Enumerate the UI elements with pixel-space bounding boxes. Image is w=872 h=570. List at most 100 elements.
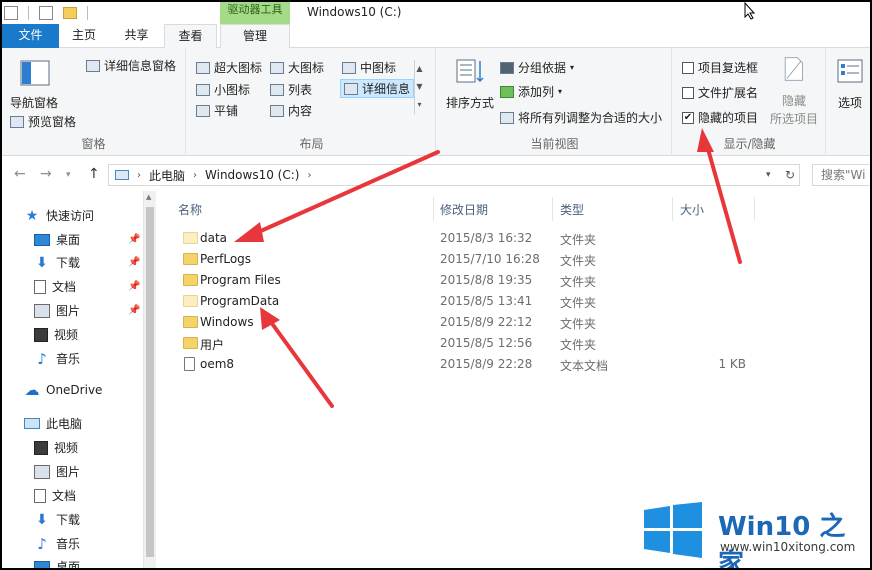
back-arrow-icon[interactable]: ←: [14, 166, 26, 182]
layout-gallery-scroll[interactable]: ▲ ▼ ▾: [414, 60, 424, 114]
nav-this-pc[interactable]: 此电脑: [24, 415, 82, 432]
layout-extra-large-icons[interactable]: 超大图标: [196, 59, 262, 76]
sort-by-icon[interactable]: [456, 58, 486, 84]
column-divider[interactable]: [552, 197, 553, 221]
file-extensions-toggle[interactable]: 文件扩展名: [682, 84, 758, 101]
add-column-button[interactable]: 添加列 ▾: [500, 83, 562, 100]
pin-icon[interactable]: 📌: [128, 257, 140, 268]
preview-pane-button[interactable]: 预览窗格: [10, 113, 76, 130]
search-input[interactable]: 搜索"Wi: [812, 164, 870, 186]
layout-details[interactable]: 详细信息: [340, 79, 415, 98]
file-row[interactable]: Program Files 2015/8/8 19:35 文件夹: [176, 270, 776, 291]
nav-pc-videos[interactable]: 视频: [34, 439, 78, 456]
download-icon: ⬇: [36, 254, 48, 271]
pin-icon[interactable]: 📌: [128, 305, 140, 316]
breadcrumb-separator-icon[interactable]: ›: [307, 170, 311, 181]
content-view-icon: [270, 104, 284, 117]
navigation-pane-scrollbar[interactable]: ▲: [143, 191, 156, 568]
item-checkboxes-toggle[interactable]: 项目复选框: [682, 59, 758, 76]
file-row[interactable]: oem8 2015/8/9 22:28 文本文档 1 KB: [176, 354, 776, 375]
tab-file[interactable]: 文件: [2, 24, 59, 48]
column-divider[interactable]: [672, 197, 673, 221]
address-dropdown-icon[interactable]: ▾: [766, 170, 771, 180]
nav-pc-downloads[interactable]: ⬇ 下载: [34, 511, 80, 528]
nav-pc-documents[interactable]: 文档: [34, 487, 76, 504]
scroll-up-icon[interactable]: ▲: [146, 193, 151, 201]
nav-item-label: 图片: [56, 465, 81, 479]
navigation-pane-label: 导航窗格: [10, 96, 59, 110]
forward-arrow-icon[interactable]: →: [40, 166, 52, 182]
properties-icon[interactable]: [4, 6, 18, 20]
tab-view[interactable]: 查看: [164, 24, 217, 49]
item-checkboxes-label: 项目复选框: [698, 61, 759, 75]
navigation-pane-icon[interactable]: [20, 60, 50, 86]
details-pane-button[interactable]: 详细信息窗格: [86, 57, 176, 74]
nav-music[interactable]: ♪ 音乐: [34, 350, 80, 367]
column-header-name[interactable]: 名称: [178, 201, 202, 218]
address-row: ← → ▾ ↑ › 此电脑 › Windows10 (C:) › ▾ ↻ 搜索"…: [2, 157, 870, 191]
hidden-items-toggle[interactable]: ✔ 隐藏的项目: [682, 109, 758, 126]
file-row[interactable]: 用户 2015/8/5 12:56 文件夹: [176, 333, 776, 354]
details-view-label: 详细信息: [362, 82, 411, 96]
nav-videos[interactable]: 视频: [34, 326, 78, 343]
file-modified: 2015/7/10 16:28: [440, 252, 540, 266]
scrollbar-thumb[interactable]: [146, 207, 154, 557]
size-all-columns-button[interactable]: 将所有列调整为合适的大小: [500, 109, 662, 126]
nav-pc-pictures[interactable]: 图片: [34, 463, 80, 480]
column-header-type[interactable]: 类型: [560, 201, 584, 218]
column-divider[interactable]: [754, 197, 755, 221]
file-row[interactable]: data 2015/8/3 16:32 文件夹: [176, 228, 776, 249]
options-icon[interactable]: [836, 58, 866, 84]
refresh-icon[interactable]: ↻: [785, 168, 795, 182]
checkmark-doc-icon[interactable]: [39, 6, 53, 20]
recent-locations-chevron-icon[interactable]: ▾: [66, 170, 71, 180]
layout-tiles[interactable]: 平铺: [196, 102, 238, 119]
layout-large-icons[interactable]: 大图标: [270, 59, 324, 76]
nav-quick-access[interactable]: ★ 快速访问: [24, 207, 94, 224]
tab-share[interactable]: 共享: [109, 24, 164, 48]
tab-home[interactable]: 主页: [59, 24, 109, 48]
file-row[interactable]: PerfLogs 2015/7/10 16:28 文件夹: [176, 249, 776, 270]
nav-pc-desktop[interactable]: 桌面: [34, 558, 80, 568]
breadcrumb-drive[interactable]: Windows10 (C:): [205, 168, 299, 182]
nav-desktop[interactable]: 桌面: [34, 231, 80, 248]
nav-downloads[interactable]: ⬇ 下载: [34, 254, 80, 271]
layout-medium-icons[interactable]: 中图标: [342, 59, 396, 76]
layout-list[interactable]: 列表: [270, 81, 312, 98]
nav-onedrive[interactable]: ☁ OneDrive: [24, 383, 103, 398]
file-row[interactable]: Windows 2015/8/9 22:12 文件夹: [176, 312, 776, 333]
nav-pictures[interactable]: 图片: [34, 302, 80, 319]
file-extensions-checkbox[interactable]: [682, 86, 694, 99]
dropdown-arrow-icon: ▾: [570, 63, 575, 72]
folder-icon: [183, 295, 198, 307]
up-arrow-icon[interactable]: ↑: [88, 166, 100, 182]
nav-documents[interactable]: 文档: [34, 278, 76, 295]
large-icons-label: 大图标: [288, 61, 325, 75]
panes-group: 导航窗格 预览窗格 详细信息窗格 窗格: [2, 48, 186, 156]
column-header-modified[interactable]: 修改日期: [440, 201, 488, 218]
tab-manage[interactable]: 管理: [220, 24, 290, 48]
hidden-items-checkbox[interactable]: ✔: [682, 111, 694, 124]
pin-icon[interactable]: 📌: [128, 281, 140, 292]
column-divider[interactable]: [433, 197, 434, 221]
hide-selected-icon[interactable]: [778, 56, 808, 82]
file-type: 文本文档: [560, 359, 609, 373]
breadcrumb-separator-icon[interactable]: ›: [137, 170, 141, 181]
file-type: 文件夹: [560, 233, 597, 247]
breadcrumb-this-pc[interactable]: 此电脑: [149, 167, 185, 184]
options-button[interactable]: 选项: [838, 94, 862, 111]
new-folder-icon[interactable]: [63, 7, 77, 19]
file-row[interactable]: ProgramData 2015/8/5 13:41 文件夹: [176, 291, 776, 312]
sort-by-button[interactable]: 排序方式: [446, 94, 494, 111]
group-by-button[interactable]: 分组依据 ▾: [500, 59, 574, 76]
layout-content[interactable]: 内容: [270, 102, 312, 119]
address-bar[interactable]: › 此电脑 › Windows10 (C:) ›: [108, 164, 800, 186]
breadcrumb-separator-icon[interactable]: ›: [193, 170, 197, 181]
pin-icon[interactable]: 📌: [128, 234, 140, 245]
nav-pc-music[interactable]: ♪ 音乐: [34, 535, 80, 552]
item-checkboxes-checkbox[interactable]: [682, 61, 694, 74]
column-header-size[interactable]: 大小: [680, 201, 704, 218]
navigation-pane-button[interactable]: 导航窗格: [10, 94, 58, 111]
layout-small-icons[interactable]: 小图标: [196, 81, 250, 98]
video-icon: [34, 440, 48, 455]
